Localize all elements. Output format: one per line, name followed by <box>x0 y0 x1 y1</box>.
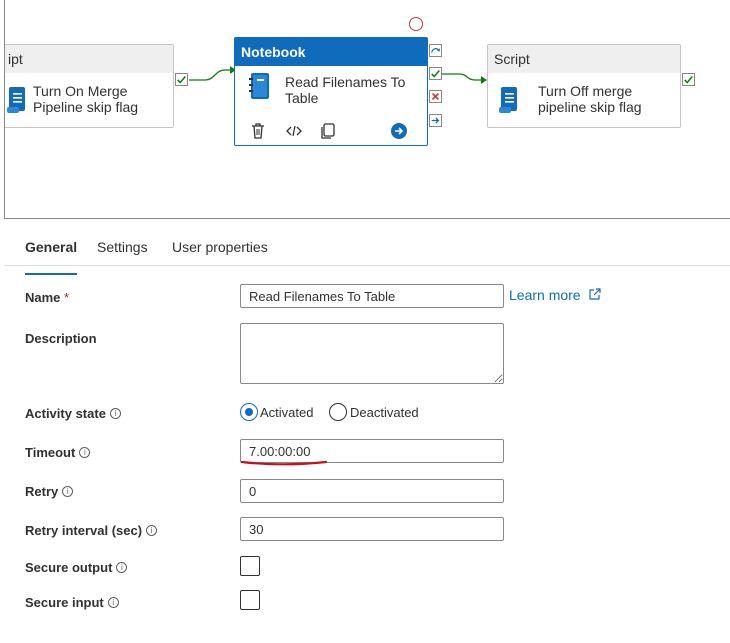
tab-general[interactable]: General <box>25 239 78 275</box>
tab-settings[interactable]: Settings <box>97 239 148 265</box>
secure-output-checkbox[interactable] <box>240 556 260 576</box>
retry-interval-label: Retry interval (sec) i <box>25 523 158 538</box>
retry-interval-input[interactable] <box>240 517 504 541</box>
copy-icon[interactable] <box>319 122 337 140</box>
activity-title: Turn Off merge pipeline skip flag <box>538 83 642 115</box>
success-output-icon[interactable] <box>175 73 188 86</box>
deactivated-label: Deactivated <box>350 405 419 420</box>
learn-more-link[interactable]: Learn more <box>509 287 602 303</box>
timeout-label: Timeout i <box>25 445 91 460</box>
secure-input-checkbox[interactable] <box>240 590 260 610</box>
retry-input[interactable] <box>240 479 504 503</box>
retry-label: Retry i <box>25 484 74 499</box>
info-icon[interactable]: i <box>79 447 91 458</box>
failure-output-icon[interactable] <box>429 90 442 103</box>
annotation-underline <box>240 460 328 466</box>
activated-radio[interactable] <box>240 403 258 421</box>
name-label: Name * <box>25 290 70 305</box>
activity-turn-on-merge[interactable]: ipt Turn On Merge Pipeline skip flag <box>5 44 174 128</box>
secure-input-label: Secure input i <box>25 595 119 610</box>
activity-state-label: Activity state i <box>25 406 121 421</box>
required-mark: * <box>64 290 70 305</box>
completion-output-icon[interactable] <box>429 114 442 127</box>
info-icon[interactable]: i <box>116 562 128 573</box>
activity-turn-off-merge[interactable]: Script Turn Off merge pipeline skip flag <box>487 44 681 128</box>
description-label: Description <box>25 331 97 346</box>
info-icon[interactable]: i <box>62 486 74 497</box>
secure-output-label: Secure output i <box>25 560 128 575</box>
activity-title: Turn On Merge Pipeline skip flag <box>33 83 139 115</box>
activity-type-label: Notebook <box>235 38 427 66</box>
name-input[interactable] <box>240 284 504 308</box>
info-icon[interactable]: i <box>107 597 119 608</box>
info-icon[interactable]: i <box>146 525 158 536</box>
activated-label: Activated <box>260 405 314 420</box>
success-output-icon[interactable] <box>429 67 442 80</box>
properties-tabs: General Settings User properties <box>4 229 730 275</box>
go-arrow-icon[interactable] <box>390 122 408 140</box>
description-textarea[interactable] <box>240 323 504 384</box>
pipeline-canvas[interactable]: ipt Turn On Merge Pipeline skip flag Not… <box>4 0 730 219</box>
info-icon[interactable]: i <box>109 408 121 419</box>
activity-type-label: ipt <box>5 45 173 73</box>
deactivated-radio[interactable] <box>329 403 347 421</box>
success-output-icon[interactable] <box>682 73 695 86</box>
script-icon <box>7 87 25 113</box>
activity-title: Read Filenames To Table <box>285 74 406 106</box>
skip-output-icon[interactable] <box>429 44 442 57</box>
activity-toolbar <box>249 122 419 140</box>
notebook-icon <box>249 73 269 99</box>
code-icon[interactable] <box>285 122 303 140</box>
annotation-circle <box>409 17 423 31</box>
activity-type-label: Script <box>488 45 680 73</box>
script-icon <box>499 87 517 113</box>
delete-icon[interactable] <box>249 122 267 140</box>
external-link-icon <box>589 288 602 300</box>
activity-read-filenames[interactable]: Notebook Read Filenames To Table <box>234 37 428 146</box>
tab-user-properties[interactable]: User properties <box>172 239 268 265</box>
